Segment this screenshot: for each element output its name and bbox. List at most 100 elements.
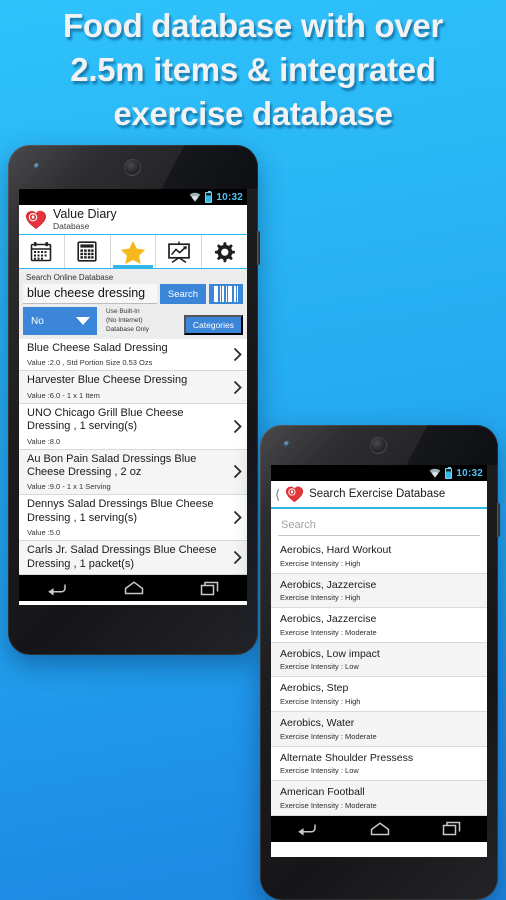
builtin-note-line-3: Database Only	[106, 325, 149, 333]
table-row[interactable]: Dennys Salad Dressings Blue Cheese Dress…	[19, 495, 247, 542]
builtin-note-line-1: Use Built-In	[106, 308, 140, 316]
food-item-main: UNO Chicago Grill Blue Cheese Dressing ,…	[27, 407, 229, 446]
food-item-main: Au Bon Pain Salad Dressings Blue Cheese …	[27, 453, 229, 492]
list-item[interactable]: Aerobics, Water Exercise Intensity : Mode…	[271, 711, 487, 747]
phone-back-bezel	[260, 425, 498, 465]
headline-line-2: 2.5m items & integrated	[70, 51, 436, 88]
phone-front-screen: 10:32 Value Diary Database Search Online…	[19, 189, 247, 605]
chevron-right-icon	[229, 510, 245, 525]
food-item-value: Value :9.0 - 1 x 1 Serving	[27, 482, 111, 492]
food-item-value: Value :6.0 - 1 x 1 Item	[27, 390, 100, 400]
search-row: Search	[23, 284, 243, 305]
wifi-icon	[429, 468, 441, 478]
back-chevron-icon[interactable]: ⟨	[275, 488, 280, 501]
exercise-intensity: Exercise Intensity : Moderate	[280, 731, 377, 741]
light-sensor-icon	[452, 442, 456, 446]
calculator-icon	[77, 241, 97, 262]
list-item[interactable]: Aerobics, Step Exercise Intensity : High	[271, 677, 487, 712]
heart-logo-icon	[285, 485, 304, 503]
exercise-name: Aerobics, Jazzercise	[280, 578, 377, 591]
food-item-title: UNO Chicago Grill Blue Cheese Dressing ,…	[27, 406, 184, 433]
headline-line-1: Food database with over	[63, 7, 443, 44]
food-item-title: Blue Cheese Salad Dressing	[27, 341, 168, 354]
nav-back[interactable]	[46, 581, 68, 596]
gear-icon	[213, 240, 237, 264]
app-title: Value Diary	[53, 207, 117, 221]
exercise-name: Aerobics, Low impact	[280, 647, 380, 660]
chevron-right-icon	[229, 550, 245, 565]
list-item[interactable]: American Football Exercise Intensity : Mo…	[271, 781, 487, 816]
list-item[interactable]: Aerobics, Low impact Exercise Intensity :…	[271, 642, 487, 678]
barcode-scanner-button[interactable]	[209, 284, 243, 305]
star-icon	[120, 240, 146, 264]
exercise-intensity: Exercise Intensity : Moderate	[280, 800, 377, 810]
exercise-name: Aerobics, Step	[280, 682, 349, 695]
battery-icon	[445, 466, 453, 479]
chevron-right-icon	[229, 419, 245, 434]
status-time: 10:32	[456, 467, 483, 479]
categories-button[interactable]: Categories	[183, 314, 243, 335]
exercise-name: Aerobics, Hard Workout	[280, 544, 392, 556]
nav-back[interactable]	[296, 821, 318, 836]
food-item-main: Blue Cheese Salad Dressing Value :2.0 , S…	[27, 342, 229, 367]
navbar-back	[271, 815, 487, 842]
online-search-spinner[interactable]: No	[23, 307, 97, 335]
tab-bar	[19, 235, 247, 270]
proximity-sensor-icon	[442, 442, 446, 446]
search-input[interactable]	[23, 284, 157, 305]
nav-home[interactable]	[123, 581, 145, 595]
status-bar-front: 10:32	[19, 189, 247, 205]
tab-settings[interactable]	[202, 235, 247, 268]
table-row[interactable]: Blue Cheese Salad Dressing Value :2.0 , S…	[19, 338, 247, 372]
power-button[interactable]	[497, 503, 500, 537]
list-item[interactable]: Aerobics, Jazzercise Exercise Intensity :…	[271, 573, 487, 609]
power-button[interactable]	[257, 231, 260, 265]
headline-line-3: exercise database	[113, 95, 393, 132]
nav-recents[interactable]	[442, 821, 462, 836]
exercise-page-title: Search Exercise Database	[309, 488, 446, 500]
food-item-title: Harvester Blue Cheese Dressing	[27, 374, 188, 387]
food-item-title: Carls Jr. Salad Dressings Blue Cheese Dr…	[27, 544, 217, 570]
battery-icon	[205, 190, 213, 203]
exercise-search-wrap	[271, 509, 487, 539]
spinner-value: No	[31, 315, 44, 327]
status-time: 10:32	[216, 191, 243, 203]
chart-board-icon	[167, 241, 191, 263]
phone-back-screen: 10:32 ⟨ Search Exercise Database Aerobic…	[271, 465, 487, 857]
heart-logo-icon	[25, 209, 47, 230]
tab-calculator[interactable]	[65, 235, 111, 269]
list-item[interactable]: Aerobics, Jazzercise Exercise Intensity :…	[271, 608, 487, 643]
table-row[interactable]: Harvester Blue Cheese Dressing Value :6.0…	[19, 371, 247, 404]
exercise-search-input[interactable]	[278, 517, 480, 536]
status-bar-back: 10:32	[271, 465, 487, 481]
exercise-intensity: Exercise Intensity : High	[280, 593, 361, 603]
exercise-intensity: Exercise Intensity : Moderate	[280, 627, 377, 637]
tab-favorites[interactable]	[111, 235, 157, 269]
front-camera-icon	[34, 163, 40, 169]
exercise-name: Aerobics, Water	[280, 716, 355, 729]
app-title-block: Value Diary Database	[53, 207, 117, 231]
nav-recents[interactable]	[200, 581, 220, 596]
chevron-down-icon	[76, 317, 90, 325]
exercise-name: Alternate Shoulder Pressess	[280, 751, 414, 764]
phone-device-back: 10:32 ⟨ Search Exercise Database Aerobic…	[260, 425, 500, 900]
search-options-row: No Use Built-In (No Internet) Database O…	[23, 307, 243, 339]
light-sensor-icon	[208, 164, 212, 168]
food-item-main: Dennys Salad Dressings Blue Cheese Dress…	[27, 498, 229, 537]
table-row[interactable]: UNO Chicago Grill Blue Cheese Dressing ,…	[19, 403, 247, 450]
nav-home[interactable]	[369, 822, 391, 836]
exercise-header: ⟨ Search Exercise Database	[271, 481, 487, 509]
food-item-main: Carls Jr. Salad Dressings Blue Cheese Dr…	[27, 544, 229, 571]
list-item[interactable]: Aerobics, Hard Workout Exercise Intensity…	[271, 539, 487, 574]
exercise-name: Aerobics, Jazzercise	[280, 613, 377, 626]
search-panel: Search Online Database Search No Use Bui…	[19, 269, 247, 339]
earpiece-speaker	[124, 159, 141, 176]
search-button[interactable]: Search	[159, 284, 206, 305]
list-item[interactable]: Alternate Shoulder Pressess Exercise Inte…	[271, 746, 487, 782]
food-results-list: Blue Cheese Salad Dressing Value :2.0 , S…	[19, 338, 247, 576]
tab-calendar[interactable]	[19, 235, 65, 269]
tab-reports[interactable]	[156, 235, 203, 269]
table-row[interactable]: Au Bon Pain Salad Dressings Blue Cheese …	[19, 449, 247, 496]
proximity-sensor-icon	[198, 164, 202, 168]
table-row[interactable]: Carls Jr. Salad Dressings Blue Cheese Dr…	[19, 541, 247, 576]
